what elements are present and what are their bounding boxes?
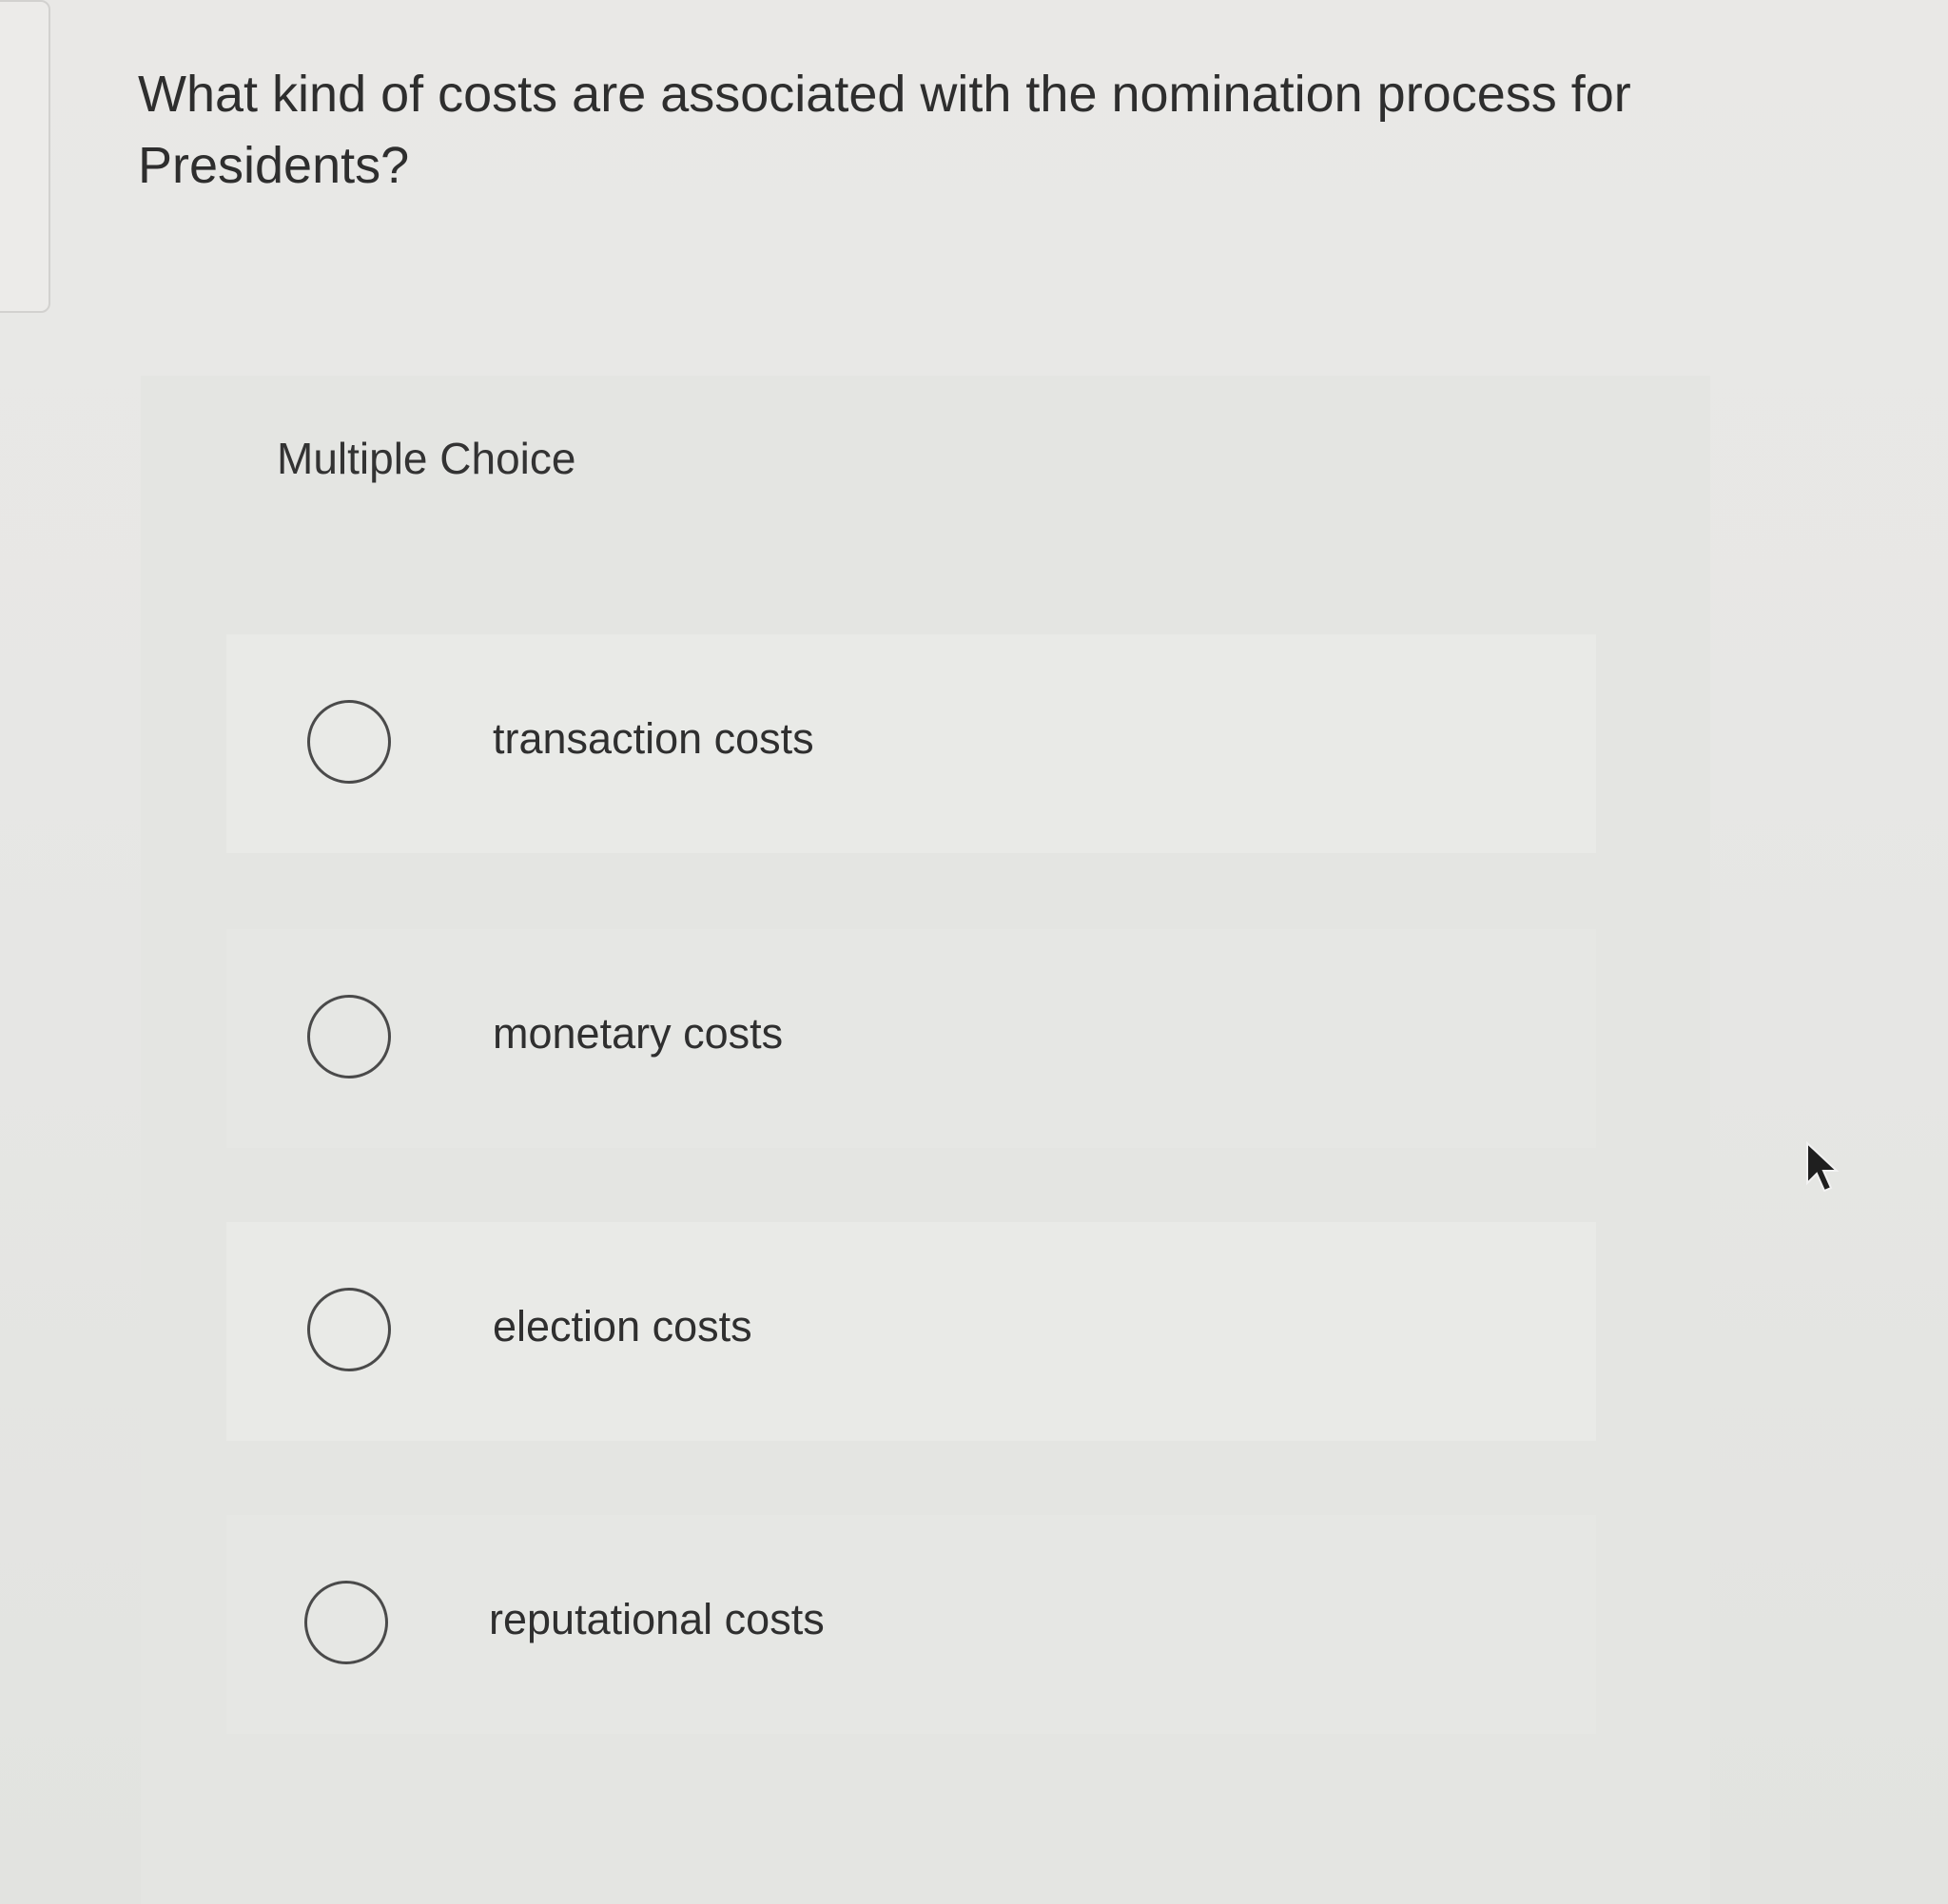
radio-empty-icon[interactable] [304, 1581, 388, 1664]
option-label: transaction costs [493, 714, 814, 763]
radio-empty-icon[interactable] [307, 1288, 391, 1371]
option-label: reputational costs [489, 1595, 825, 1643]
option-label: election costs [493, 1302, 752, 1350]
question-text: What kind of costs are associated with t… [138, 66, 1631, 194]
option-transaction-costs[interactable]: transaction costs [226, 634, 1596, 853]
option-monetary-costs[interactable]: monetary costs [226, 929, 1596, 1148]
multiple-choice-label: Multiple Choice [277, 434, 576, 483]
option-election-costs[interactable]: election costs [226, 1222, 1596, 1441]
radio-empty-icon[interactable] [307, 995, 391, 1078]
radio-empty-icon[interactable] [307, 700, 391, 784]
multiple-choice-panel: Multiple Choice transaction costs moneta… [141, 376, 1710, 1904]
option-reputational-costs[interactable]: reputational costs [226, 1515, 1596, 1734]
option-label: monetary costs [493, 1009, 784, 1058]
mouse-pointer-icon [1806, 1141, 1840, 1193]
left-edge-tab [0, 0, 50, 313]
